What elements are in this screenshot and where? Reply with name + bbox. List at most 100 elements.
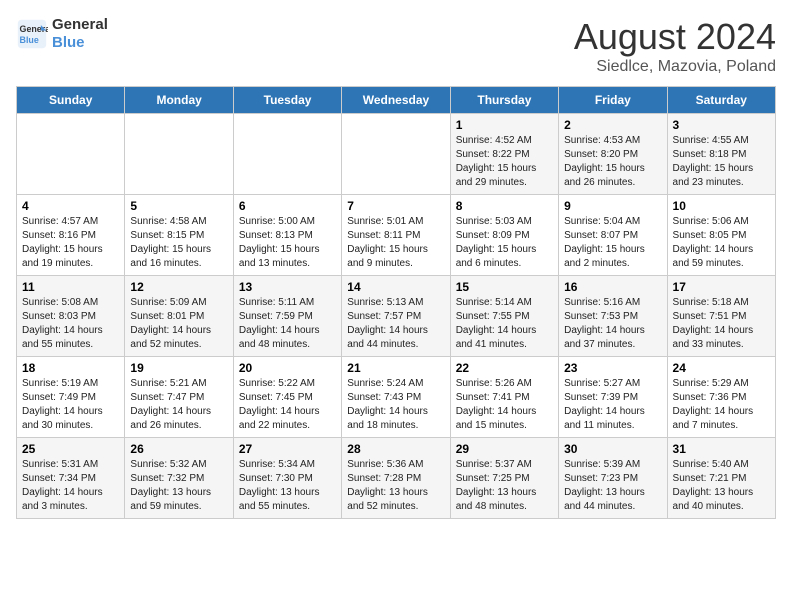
calendar-cell bbox=[125, 114, 233, 195]
calendar-cell bbox=[233, 114, 341, 195]
day-number: 4 bbox=[22, 199, 119, 213]
day-number: 18 bbox=[22, 361, 119, 375]
day-number: 27 bbox=[239, 442, 336, 456]
calendar-cell: 17 Sunrise: 5:18 AMSunset: 7:51 PMDayligh… bbox=[667, 276, 775, 357]
calendar-week-row: 1 Sunrise: 4:52 AMSunset: 8:22 PMDaylight… bbox=[17, 114, 776, 195]
day-info: Sunrise: 5:27 AMSunset: 7:39 PMDaylight:… bbox=[564, 377, 661, 433]
day-number: 31 bbox=[673, 442, 770, 456]
day-info: Sunrise: 5:01 AMSunset: 8:11 PMDaylight:… bbox=[347, 215, 444, 271]
day-number: 22 bbox=[456, 361, 553, 375]
svg-text:Blue: Blue bbox=[20, 35, 39, 45]
calendar-week-row: 25 Sunrise: 5:31 AMSunset: 7:34 PMDayligh… bbox=[17, 438, 776, 519]
calendar-cell: 4 Sunrise: 4:57 AMSunset: 8:16 PMDaylight… bbox=[17, 195, 125, 276]
weekday-header: Friday bbox=[559, 87, 667, 114]
calendar-cell: 27 Sunrise: 5:34 AMSunset: 7:30 PMDayligh… bbox=[233, 438, 341, 519]
calendar-cell: 18 Sunrise: 5:19 AMSunset: 7:49 PMDayligh… bbox=[17, 357, 125, 438]
subtitle: Siedlce, Mazovia, Poland bbox=[574, 58, 776, 76]
calendar-cell: 14Sunrise: 5:13 AMSunset: 7:57 PMDayligh… bbox=[342, 276, 450, 357]
page-header: General Blue General Blue August 2024 Si… bbox=[16, 16, 776, 76]
day-number: 6 bbox=[239, 199, 336, 213]
calendar-cell: 6 Sunrise: 5:00 AMSunset: 8:13 PMDaylight… bbox=[233, 195, 341, 276]
day-info: Sunrise: 5:13 AMSunset: 7:57 PMDaylight:… bbox=[347, 296, 444, 352]
calendar-cell: 19Sunrise: 5:21 AMSunset: 7:47 PMDayligh… bbox=[125, 357, 233, 438]
day-info: Sunrise: 5:39 AMSunset: 7:23 PMDaylight:… bbox=[564, 458, 661, 514]
day-number: 11 bbox=[22, 280, 119, 294]
calendar-cell: 26 Sunrise: 5:32 AMSunset: 7:32 PMDayligh… bbox=[125, 438, 233, 519]
calendar-header: SundayMondayTuesdayWednesdayThursdayFrid… bbox=[17, 87, 776, 114]
calendar-table: SundayMondayTuesdayWednesdayThursdayFrid… bbox=[16, 86, 776, 519]
day-info: Sunrise: 4:53 AMSunset: 8:20 PMDaylight:… bbox=[564, 134, 661, 190]
logo-line1: General bbox=[52, 16, 108, 34]
calendar-cell: 25 Sunrise: 5:31 AMSunset: 7:34 PMDayligh… bbox=[17, 438, 125, 519]
day-info: Sunrise: 5:22 AMSunset: 7:45 PMDaylight:… bbox=[239, 377, 336, 433]
day-info: Sunrise: 5:31 AMSunset: 7:34 PMDaylight:… bbox=[22, 458, 119, 514]
day-info: Sunrise: 5:14 AMSunset: 7:55 PMDaylight:… bbox=[456, 296, 553, 352]
calendar-cell: 20 Sunrise: 5:22 AMSunset: 7:45 PMDayligh… bbox=[233, 357, 341, 438]
day-info: Sunrise: 5:37 AMSunset: 7:25 PMDaylight:… bbox=[456, 458, 553, 514]
day-info: Sunrise: 5:32 AMSunset: 7:32 PMDaylight:… bbox=[130, 458, 227, 514]
day-info: Sunrise: 5:16 AMSunset: 7:53 PMDaylight:… bbox=[564, 296, 661, 352]
calendar-cell: 22 Sunrise: 5:26 AMSunset: 7:41 PMDayligh… bbox=[450, 357, 558, 438]
calendar-cell: 10 Sunrise: 5:06 AMSunset: 8:05 PMDayligh… bbox=[667, 195, 775, 276]
day-number: 7 bbox=[347, 199, 444, 213]
calendar-cell bbox=[342, 114, 450, 195]
day-info: Sunrise: 4:52 AMSunset: 8:22 PMDaylight:… bbox=[456, 134, 553, 190]
day-info: Sunrise: 5:04 AMSunset: 8:07 PMDaylight:… bbox=[564, 215, 661, 271]
day-info: Sunrise: 5:09 AMSunset: 8:01 PMDaylight:… bbox=[130, 296, 227, 352]
calendar-cell: 11 Sunrise: 5:08 AMSunset: 8:03 PMDayligh… bbox=[17, 276, 125, 357]
calendar-week-row: 11 Sunrise: 5:08 AMSunset: 8:03 PMDayligh… bbox=[17, 276, 776, 357]
day-number: 1 bbox=[456, 118, 553, 132]
main-title: August 2024 bbox=[574, 16, 776, 58]
calendar-week-row: 18 Sunrise: 5:19 AMSunset: 7:49 PMDayligh… bbox=[17, 357, 776, 438]
day-info: Sunrise: 5:34 AMSunset: 7:30 PMDaylight:… bbox=[239, 458, 336, 514]
day-number: 24 bbox=[673, 361, 770, 375]
day-info: Sunrise: 4:57 AMSunset: 8:16 PMDaylight:… bbox=[22, 215, 119, 271]
day-info: Sunrise: 5:08 AMSunset: 8:03 PMDaylight:… bbox=[22, 296, 119, 352]
day-number: 20 bbox=[239, 361, 336, 375]
calendar-body: 1 Sunrise: 4:52 AMSunset: 8:22 PMDaylight… bbox=[17, 114, 776, 519]
logo-line2: Blue bbox=[52, 34, 108, 52]
weekday-header: Monday bbox=[125, 87, 233, 114]
day-number: 17 bbox=[673, 280, 770, 294]
day-number: 21 bbox=[347, 361, 444, 375]
weekday-header: Thursday bbox=[450, 87, 558, 114]
day-info: Sunrise: 4:58 AMSunset: 8:15 PMDaylight:… bbox=[130, 215, 227, 271]
day-number: 12 bbox=[130, 280, 227, 294]
day-info: Sunrise: 5:24 AMSunset: 7:43 PMDaylight:… bbox=[347, 377, 444, 433]
day-info: Sunrise: 5:00 AMSunset: 8:13 PMDaylight:… bbox=[239, 215, 336, 271]
day-number: 25 bbox=[22, 442, 119, 456]
day-number: 10 bbox=[673, 199, 770, 213]
weekday-row: SundayMondayTuesdayWednesdayThursdayFrid… bbox=[17, 87, 776, 114]
calendar-cell: 3Sunrise: 4:55 AMSunset: 8:18 PMDaylight… bbox=[667, 114, 775, 195]
weekday-header: Sunday bbox=[17, 87, 125, 114]
day-number: 9 bbox=[564, 199, 661, 213]
day-number: 15 bbox=[456, 280, 553, 294]
calendar-cell: 21 Sunrise: 5:24 AMSunset: 7:43 PMDayligh… bbox=[342, 357, 450, 438]
day-number: 19 bbox=[130, 361, 227, 375]
calendar-cell: 9 Sunrise: 5:04 AMSunset: 8:07 PMDaylight… bbox=[559, 195, 667, 276]
weekday-header: Saturday bbox=[667, 87, 775, 114]
day-number: 28 bbox=[347, 442, 444, 456]
calendar-week-row: 4 Sunrise: 4:57 AMSunset: 8:16 PMDaylight… bbox=[17, 195, 776, 276]
weekday-header: Wednesday bbox=[342, 87, 450, 114]
day-info: Sunrise: 5:06 AMSunset: 8:05 PMDaylight:… bbox=[673, 215, 770, 271]
day-info: Sunrise: 5:03 AMSunset: 8:09 PMDaylight:… bbox=[456, 215, 553, 271]
calendar-cell: 28 Sunrise: 5:36 AMSunset: 7:28 PMDayligh… bbox=[342, 438, 450, 519]
calendar-cell: 1 Sunrise: 4:52 AMSunset: 8:22 PMDaylight… bbox=[450, 114, 558, 195]
day-info: Sunrise: 5:40 AMSunset: 7:21 PMDaylight:… bbox=[673, 458, 770, 514]
logo: General Blue General Blue bbox=[16, 16, 108, 52]
day-info: Sunrise: 5:19 AMSunset: 7:49 PMDaylight:… bbox=[22, 377, 119, 433]
calendar-cell: 30Sunrise: 5:39 AMSunset: 7:23 PMDayligh… bbox=[559, 438, 667, 519]
day-info: Sunrise: 5:29 AMSunset: 7:36 PMDaylight:… bbox=[673, 377, 770, 433]
day-info: Sunrise: 5:18 AMSunset: 7:51 PMDaylight:… bbox=[673, 296, 770, 352]
calendar-cell: 12 Sunrise: 5:09 AMSunset: 8:01 PMDayligh… bbox=[125, 276, 233, 357]
calendar-cell: 15 Sunrise: 5:14 AMSunset: 7:55 PMDayligh… bbox=[450, 276, 558, 357]
day-info: Sunrise: 5:26 AMSunset: 7:41 PMDaylight:… bbox=[456, 377, 553, 433]
calendar-cell: 29Sunrise: 5:37 AMSunset: 7:25 PMDayligh… bbox=[450, 438, 558, 519]
calendar-cell bbox=[17, 114, 125, 195]
weekday-header: Tuesday bbox=[233, 87, 341, 114]
day-info: Sunrise: 5:36 AMSunset: 7:28 PMDaylight:… bbox=[347, 458, 444, 514]
day-number: 13 bbox=[239, 280, 336, 294]
day-number: 26 bbox=[130, 442, 227, 456]
calendar-cell: 7 Sunrise: 5:01 AMSunset: 8:11 PMDaylight… bbox=[342, 195, 450, 276]
